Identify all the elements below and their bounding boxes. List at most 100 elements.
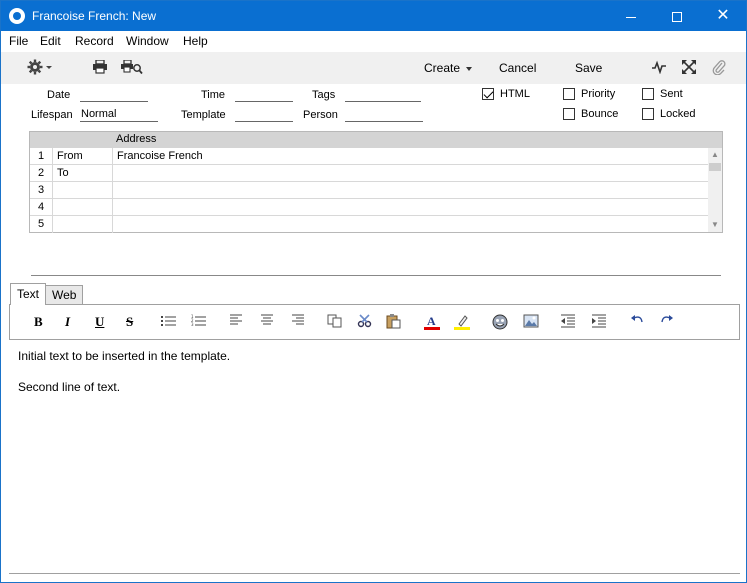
save-button[interactable]: Save: [575, 61, 602, 75]
menu-bar: File Edit Record Window Help: [1, 31, 746, 52]
undo-button[interactable]: [630, 314, 644, 330]
expand-icon: [682, 60, 696, 74]
address-type-cell[interactable]: [53, 199, 113, 216]
address-cell[interactable]: [113, 182, 708, 199]
copy-icon: [327, 314, 342, 328]
scroll-down-icon[interactable]: ▼: [708, 218, 722, 232]
undo-icon: [631, 315, 643, 323]
template-label: Template: [181, 109, 226, 121]
lifespan-field[interactable]: Normal: [80, 108, 158, 122]
app-logo-icon: [9, 8, 25, 24]
grid-scrollbar[interactable]: ▲ ▼: [708, 148, 722, 232]
paste-button[interactable]: [386, 314, 402, 330]
html-checkbox[interactable]: HTML: [482, 88, 530, 101]
row-number: 5: [30, 216, 53, 233]
numbered-list-icon: 123: [191, 314, 206, 327]
printer-icon: [93, 59, 107, 74]
insert-image-button[interactable]: [523, 314, 539, 330]
locked-checkbox[interactable]: Locked: [642, 108, 695, 121]
sent-checkbox[interactable]: Sent: [642, 88, 683, 101]
priority-checkbox[interactable]: Priority: [563, 88, 616, 101]
tab-web[interactable]: Web: [45, 285, 84, 304]
pulse-icon: [652, 60, 666, 75]
expand-button[interactable]: [682, 60, 696, 77]
table-row[interactable]: 4: [30, 199, 708, 216]
align-right-icon: [292, 314, 304, 325]
row-number: 3: [30, 182, 53, 199]
strikethrough-button[interactable]: S: [126, 314, 133, 330]
table-row[interactable]: 1 From Francoise French: [30, 148, 708, 165]
template-field[interactable]: [235, 108, 293, 122]
align-center-button[interactable]: [260, 314, 274, 330]
highlight-color-button[interactable]: [454, 314, 470, 330]
underline-button[interactable]: U: [95, 314, 104, 330]
menu-edit[interactable]: Edit: [40, 34, 61, 48]
maximize-icon: [672, 12, 682, 23]
print-preview-icon: [121, 59, 143, 75]
grid-header: Address: [30, 132, 722, 148]
emoji-button[interactable]: [492, 314, 508, 330]
cancel-button[interactable]: Cancel: [499, 61, 536, 75]
menu-record[interactable]: Record: [75, 34, 114, 48]
font-color-button[interactable]: A: [424, 314, 440, 330]
address-column-header[interactable]: Address: [116, 133, 156, 145]
minimize-icon: [626, 16, 636, 18]
table-row[interactable]: 2 To: [30, 165, 708, 182]
address-type-cell[interactable]: From: [53, 148, 113, 165]
lifespan-label: Lifespan: [31, 109, 73, 121]
activity-button[interactable]: [651, 60, 667, 77]
title-bar[interactable]: Francoise French: New ✕: [1, 1, 746, 31]
close-button[interactable]: ✕: [700, 1, 746, 31]
address-cell[interactable]: [113, 199, 708, 216]
tab-text[interactable]: Text: [10, 283, 47, 305]
row-number: 1: [30, 148, 53, 165]
address-cell[interactable]: Francoise French: [113, 148, 708, 165]
gear-menu-button[interactable]: [26, 58, 52, 79]
address-cell[interactable]: [113, 165, 708, 182]
priority-checkbox-label: Priority: [581, 88, 616, 100]
outdent-button[interactable]: [560, 314, 576, 330]
address-type-cell[interactable]: To: [53, 165, 113, 182]
person-field[interactable]: [345, 108, 423, 122]
redo-button[interactable]: [660, 314, 674, 330]
print-button[interactable]: [92, 59, 108, 77]
address-cell[interactable]: [113, 216, 708, 233]
menu-help[interactable]: Help: [183, 34, 208, 48]
address-type-cell[interactable]: [53, 216, 113, 233]
copy-button[interactable]: [327, 314, 343, 330]
chevron-down-icon: [466, 66, 473, 71]
table-row[interactable]: 3: [30, 182, 708, 199]
create-button[interactable]: Create: [424, 61, 473, 75]
editor-toolbar: B I U S 123 A: [9, 304, 740, 340]
address-grid: Address 1 From Francoise French 2 To 3 4…: [29, 131, 723, 233]
text-editor[interactable]: Initial text to be inserted in the templ…: [9, 340, 740, 573]
attachment-button[interactable]: [712, 59, 726, 78]
address-type-cell[interactable]: [53, 182, 113, 199]
time-field[interactable]: [235, 88, 293, 102]
align-left-button[interactable]: [229, 314, 243, 330]
maximize-button[interactable]: [654, 1, 700, 31]
indent-button[interactable]: [591, 314, 607, 330]
bounce-checkbox[interactable]: Bounce: [563, 108, 618, 121]
cut-button[interactable]: [357, 314, 373, 330]
table-row[interactable]: 5: [30, 216, 708, 233]
sent-checkbox-label: Sent: [660, 88, 683, 100]
print-preview-button[interactable]: [121, 59, 143, 78]
gear-icon: [27, 59, 52, 75]
bold-button[interactable]: B: [34, 314, 43, 330]
scroll-thumb[interactable]: [709, 163, 721, 171]
italic-button[interactable]: I: [65, 314, 70, 330]
scroll-up-icon[interactable]: ▲: [708, 148, 722, 162]
checkbox-icon: [642, 88, 654, 101]
menu-file[interactable]: File: [9, 34, 28, 48]
numbered-list-button[interactable]: 123: [191, 314, 207, 330]
window-title: Francoise French: New: [32, 9, 157, 23]
bullet-list-button[interactable]: [161, 314, 177, 330]
editor-bottom-border: [9, 573, 740, 574]
date-field[interactable]: [80, 88, 148, 102]
image-icon: [523, 314, 539, 328]
tags-field[interactable]: [345, 88, 421, 102]
align-right-button[interactable]: [291, 314, 305, 330]
menu-window[interactable]: Window: [126, 34, 169, 48]
minimize-button[interactable]: [608, 1, 654, 31]
